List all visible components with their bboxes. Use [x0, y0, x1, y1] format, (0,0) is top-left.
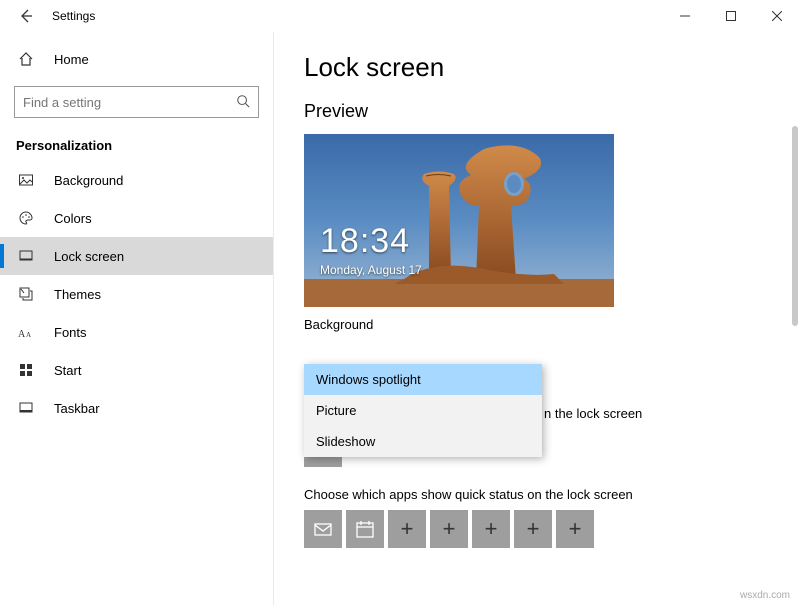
quick-status-tile-calendar[interactable] — [346, 510, 384, 548]
nav-label: Fonts — [54, 325, 87, 340]
dropdown-option-spotlight[interactable]: Windows spotlight — [304, 364, 542, 395]
nav-label: Colors — [54, 211, 92, 226]
svg-text:A: A — [26, 331, 31, 339]
nav-label: Start — [54, 363, 81, 378]
preview-image — [304, 134, 614, 307]
titlebar: Settings — [0, 0, 800, 32]
lock-screen-preview: 18:34 Monday, August 17 — [304, 134, 614, 307]
background-dropdown[interactable]: Windows spotlight Picture Slideshow — [304, 364, 542, 457]
background-label: Background — [304, 317, 786, 332]
sidebar-item-background[interactable]: Background — [0, 161, 273, 199]
arrow-left-icon — [18, 8, 34, 24]
preview-time: 18:34 — [320, 222, 422, 261]
watermark: wsxdn.com — [740, 590, 790, 601]
quick-status-add-tile[interactable] — [430, 510, 468, 548]
nav-label: Themes — [54, 287, 101, 302]
mail-icon — [313, 519, 333, 539]
maximize-icon — [726, 11, 736, 21]
sidebar-item-themes[interactable]: Themes — [0, 275, 273, 313]
quick-status-add-tile[interactable] — [556, 510, 594, 548]
sidebar-home[interactable]: Home — [0, 40, 273, 78]
dropdown-option-slideshow[interactable]: Slideshow — [304, 426, 542, 457]
nav-label: Background — [54, 173, 123, 188]
search-input[interactable] — [23, 95, 236, 110]
sidebar-item-fonts[interactable]: AA Fonts — [0, 313, 273, 351]
taskbar-icon — [16, 398, 36, 418]
preview-label: Preview — [304, 101, 786, 122]
minimize-icon — [680, 11, 690, 21]
window-title: Settings — [52, 9, 95, 23]
start-icon — [16, 360, 36, 380]
fonts-icon: AA — [16, 322, 36, 342]
back-button[interactable] — [6, 0, 46, 32]
sidebar-item-colors[interactable]: Colors — [0, 199, 273, 237]
sidebar-item-lock-screen[interactable]: Lock screen — [0, 237, 273, 275]
quick-status-row — [304, 510, 786, 548]
svg-text:A: A — [18, 329, 26, 339]
preview-date: Monday, August 17 — [320, 263, 422, 277]
maximize-button[interactable] — [708, 0, 754, 32]
quick-status-label: Choose which apps show quick status on t… — [304, 487, 786, 502]
close-icon — [772, 11, 782, 21]
minimize-button[interactable] — [662, 0, 708, 32]
palette-icon — [16, 208, 36, 228]
close-button[interactable] — [754, 0, 800, 32]
sidebar-item-taskbar[interactable]: Taskbar — [0, 389, 273, 427]
calendar-icon — [355, 519, 375, 539]
nav-label: Lock screen — [54, 249, 124, 264]
lock-screen-icon — [16, 246, 36, 266]
search-icon — [236, 94, 250, 111]
content: Lock screen Preview — [274, 32, 800, 605]
sidebar-item-start[interactable]: Start — [0, 351, 273, 389]
page-title: Lock screen — [304, 52, 786, 83]
nav-label: Taskbar — [54, 401, 100, 416]
category-title: Personalization — [0, 122, 273, 161]
search-box[interactable] — [14, 86, 259, 118]
home-icon — [16, 49, 36, 69]
quick-status-add-tile[interactable] — [472, 510, 510, 548]
home-label: Home — [54, 52, 89, 67]
quick-status-add-tile[interactable] — [388, 510, 426, 548]
quick-status-add-tile[interactable] — [514, 510, 552, 548]
scrollbar[interactable] — [792, 126, 798, 326]
quick-status-tile-mail[interactable] — [304, 510, 342, 548]
dropdown-option-picture[interactable]: Picture — [304, 395, 542, 426]
window-controls — [662, 0, 800, 32]
themes-icon — [16, 284, 36, 304]
sidebar: Home Personalization Background Colors — [0, 32, 274, 605]
picture-icon — [16, 170, 36, 190]
